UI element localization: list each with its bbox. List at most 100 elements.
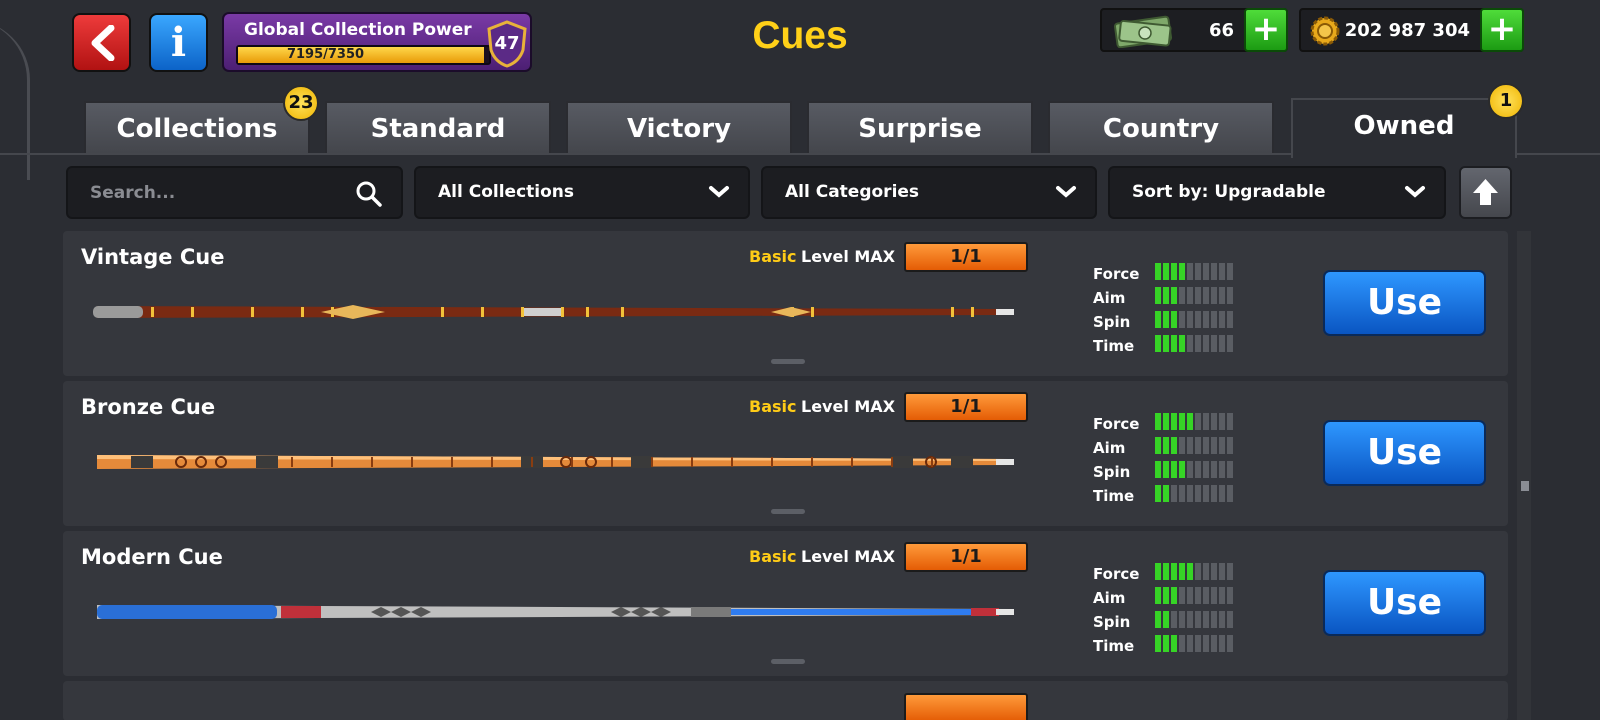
add-coins-button[interactable]: + xyxy=(1480,8,1524,52)
cues-screen: i Global Collection Power 7195/7350 47 C… xyxy=(0,0,1600,720)
stat-segment xyxy=(1219,587,1225,604)
cue-rarity: Basic xyxy=(749,247,797,266)
stat-segment xyxy=(1179,287,1185,304)
chevron-left-icon xyxy=(91,24,114,61)
stat-segment xyxy=(1219,437,1225,454)
info-button[interactable]: i xyxy=(149,13,208,72)
stat-segment xyxy=(1163,263,1169,280)
stat-segment xyxy=(1219,413,1225,430)
stat-segment xyxy=(1195,413,1201,430)
chevron-down-icon xyxy=(1056,186,1076,198)
stat-segment xyxy=(1227,437,1233,454)
collections-dropdown[interactable]: All Collections xyxy=(414,166,750,219)
use-button[interactable]: Use xyxy=(1323,420,1486,486)
stat-bar-aim xyxy=(1155,437,1233,454)
stat-segment xyxy=(1187,413,1193,430)
tab-badge: 23 xyxy=(283,85,319,121)
stat-label: Aim xyxy=(1093,439,1126,457)
page-title: Cues xyxy=(752,14,848,57)
stat-segment xyxy=(1227,263,1233,280)
stat-label: Aim xyxy=(1093,589,1126,607)
stat-segment xyxy=(1219,635,1225,652)
tab-standard[interactable]: Standard xyxy=(325,101,551,153)
sort-dropdown[interactable]: Sort by: Upgradable xyxy=(1108,166,1446,219)
stat-label: Spin xyxy=(1093,613,1131,631)
stat-segment xyxy=(1211,437,1217,454)
stat-segment xyxy=(1155,437,1161,454)
cue-list[interactable]: Vintage Cue Basic Level MAX 1/1 Force Aim Spin… xyxy=(63,231,1508,720)
tab-surprise[interactable]: Surprise xyxy=(807,101,1033,153)
coin-icon xyxy=(1310,16,1340,46)
expand-handle[interactable] xyxy=(771,509,805,514)
stat-label: Time xyxy=(1093,487,1135,505)
stat-segment xyxy=(1171,263,1177,280)
tab-owned[interactable]: Owned xyxy=(1291,98,1517,158)
stat-segment xyxy=(1203,461,1209,478)
stat-segment xyxy=(1227,485,1233,502)
stat-segment xyxy=(1171,635,1177,652)
cue-card[interactable]: Modern Cue Basic Level MAX 1/1 Force Aim Spin T… xyxy=(63,531,1508,676)
stat-segment xyxy=(1171,611,1177,628)
stat-bar-time xyxy=(1155,635,1233,652)
tab-label: Country xyxy=(1102,114,1220,144)
stat-segment xyxy=(1195,611,1201,628)
stat-segment xyxy=(1203,263,1209,280)
stat-segment xyxy=(1203,563,1209,580)
stat-segment xyxy=(1187,485,1193,502)
stat-segment xyxy=(1195,263,1201,280)
stat-segment xyxy=(1195,587,1201,604)
stat-segment xyxy=(1179,263,1185,280)
stat-segment xyxy=(1227,563,1233,580)
sort-direction-button[interactable] xyxy=(1459,166,1512,219)
stat-segment xyxy=(1195,335,1201,352)
collections-dropdown-value: All Collections xyxy=(438,182,574,202)
add-cash-button[interactable]: + xyxy=(1244,8,1288,52)
stat-segment xyxy=(1155,587,1161,604)
cue-name: Modern Cue xyxy=(81,545,223,569)
search-icon xyxy=(356,181,382,207)
stat-segment xyxy=(1163,563,1169,580)
stat-segment xyxy=(1203,311,1209,328)
stat-segment xyxy=(1155,635,1161,652)
search-input[interactable]: Search... xyxy=(90,183,175,203)
stat-label: Force xyxy=(1093,565,1140,583)
expand-handle[interactable] xyxy=(771,659,805,664)
cue-card[interactable] xyxy=(63,681,1508,720)
stat-segment xyxy=(1187,587,1193,604)
stat-segment xyxy=(1187,461,1193,478)
stat-segment xyxy=(1163,461,1169,478)
cash-value: 66 xyxy=(1208,20,1234,41)
cue-card[interactable]: Vintage Cue Basic Level MAX 1/1 Force Aim Spin… xyxy=(63,231,1508,376)
tab-country[interactable]: Country xyxy=(1048,101,1274,153)
tab-label: Victory xyxy=(626,114,732,144)
cue-level-progress: 1/1 xyxy=(904,242,1028,272)
stat-segment xyxy=(1155,485,1161,502)
chevron-down-icon xyxy=(709,186,729,198)
stat-segment xyxy=(1211,461,1217,478)
scrollbar-thumb[interactable] xyxy=(1521,481,1529,491)
arrow-up-icon xyxy=(1473,179,1498,205)
tab-label: Collections xyxy=(116,114,278,144)
stat-segment xyxy=(1155,263,1161,280)
stat-segment xyxy=(1227,311,1233,328)
tab-label: Surprise xyxy=(858,114,982,144)
stat-segment xyxy=(1155,461,1161,478)
stat-label: Aim xyxy=(1093,289,1126,307)
cue-level-label: Level MAX xyxy=(801,247,896,266)
categories-dropdown[interactable]: All Categories xyxy=(761,166,1097,219)
cue-card[interactable]: Bronze Cue Basic Level MAX 1/1 Force Aim Spin T… xyxy=(63,381,1508,526)
global-collection-power[interactable]: Global Collection Power 7195/7350 47 xyxy=(222,12,532,72)
search-field[interactable]: Search... xyxy=(66,166,403,219)
stat-segment xyxy=(1171,587,1177,604)
stat-bar-force xyxy=(1155,563,1233,580)
back-button[interactable] xyxy=(72,13,131,72)
stat-segment xyxy=(1203,611,1209,628)
tab-victory[interactable]: Victory xyxy=(566,101,792,153)
stat-label: Force xyxy=(1093,265,1140,283)
cue-image xyxy=(97,455,1014,469)
expand-handle[interactable] xyxy=(771,359,805,364)
tab-collections[interactable]: Collections xyxy=(84,101,310,153)
use-button[interactable]: Use xyxy=(1323,270,1486,336)
scrollbar[interactable] xyxy=(1517,231,1531,720)
use-button[interactable]: Use xyxy=(1323,570,1486,636)
